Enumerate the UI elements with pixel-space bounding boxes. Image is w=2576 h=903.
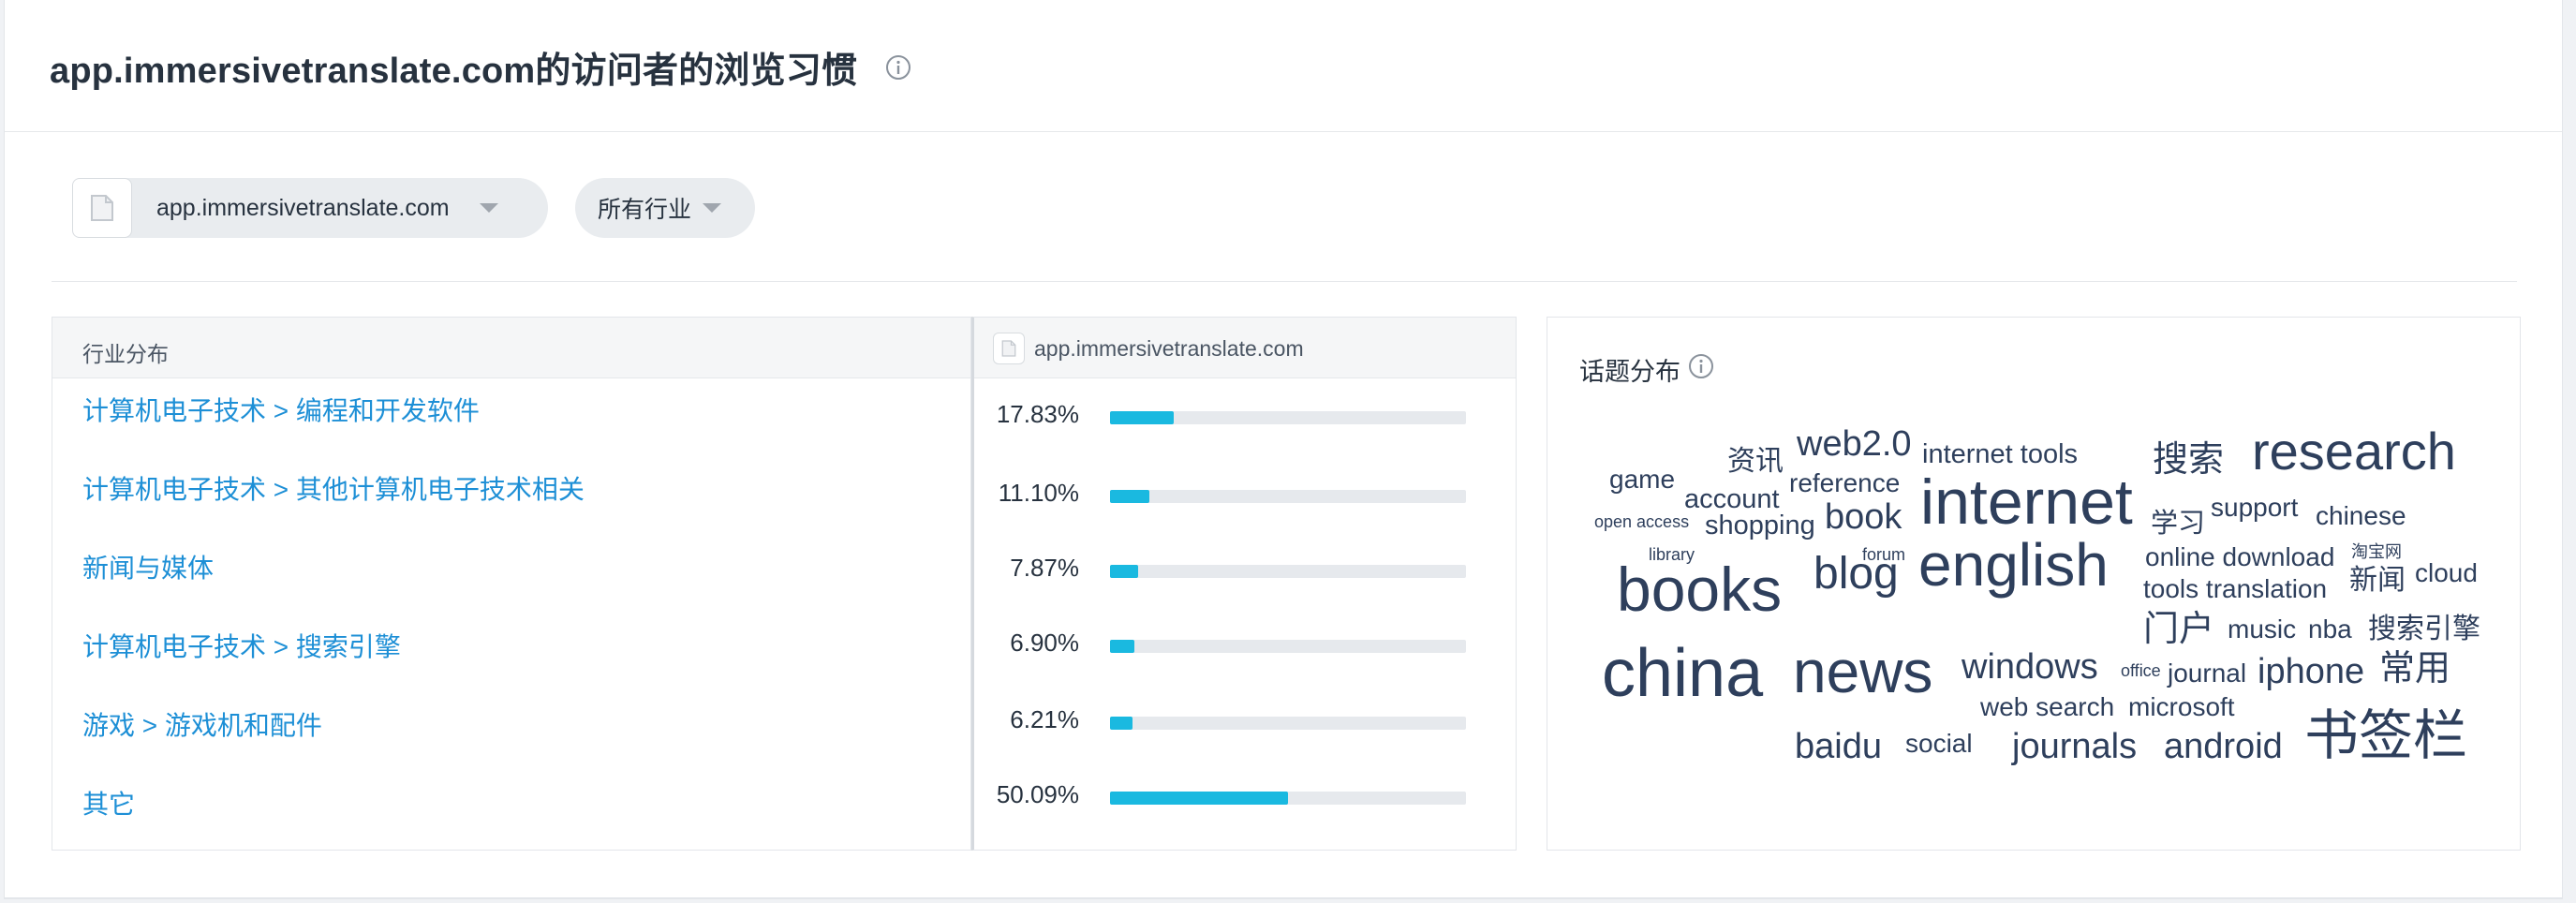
industry-link[interactable]: 其它 xyxy=(82,784,135,822)
topic-word[interactable]: book xyxy=(1825,497,1902,537)
filter-divider xyxy=(52,281,2517,282)
column-header-site: app.immersivetranslate.com xyxy=(1034,336,1304,361)
share-row: 50.09% xyxy=(974,780,1516,818)
share-percent: 17.83% xyxy=(996,400,1079,428)
topic-word[interactable]: reference xyxy=(1789,468,1900,497)
column-header-industry: 行业分布 xyxy=(82,342,169,366)
topic-word[interactable]: 淘宝网 xyxy=(2351,542,2402,561)
topic-word[interactable]: office xyxy=(2121,661,2161,680)
topic-word[interactable]: news xyxy=(1793,638,1932,705)
topic-word[interactable]: 门户 xyxy=(2143,610,2214,649)
site-favicon xyxy=(72,178,132,238)
industry-link[interactable]: 游戏 > 游戏机和配件 xyxy=(82,705,322,743)
topic-word[interactable]: china xyxy=(1602,636,1764,711)
share-percent: 50.09% xyxy=(996,780,1079,808)
topic-word[interactable]: iphone xyxy=(2258,652,2364,691)
browsing-habits-card: app.immersivetranslate.com的访问者的浏览习惯 app.… xyxy=(4,0,2563,899)
topic-word[interactable]: chinese xyxy=(2316,501,2406,530)
topic-word[interactable]: internet xyxy=(1920,466,2133,538)
topic-word[interactable]: 常用 xyxy=(2379,649,2450,688)
topic-word[interactable]: journal xyxy=(2167,659,2246,688)
topic-word[interactable]: microsoft xyxy=(2128,692,2235,721)
share-bar-track xyxy=(1110,792,1466,805)
info-icon[interactable] xyxy=(885,54,911,81)
topic-word[interactable]: baidu xyxy=(1795,727,1882,766)
topic-word[interactable]: research xyxy=(2252,422,2456,481)
share-row: 6.90% xyxy=(974,629,1516,666)
share-bar-fill xyxy=(1110,792,1289,805)
share-bar-fill xyxy=(1110,717,1133,730)
topic-word[interactable]: internet tools xyxy=(1922,439,2078,469)
site-select-value: app.immersivetranslate.com xyxy=(156,194,450,221)
share-percent: 11.10% xyxy=(998,479,1079,507)
topic-word[interactable]: books xyxy=(1617,555,1782,624)
share-percent: 6.21% xyxy=(1010,705,1079,733)
topic-word[interactable]: web search xyxy=(1979,692,2114,721)
topic-word[interactable]: nba xyxy=(2308,614,2352,644)
document-icon xyxy=(91,195,113,221)
share-bar-track xyxy=(1110,565,1466,578)
topic-word-cloud: game资讯 web2.0 internet tools 搜索 researchacco… xyxy=(1594,422,2480,766)
share-percent: 6.90% xyxy=(1010,629,1079,657)
topic-word[interactable]: social xyxy=(1905,729,1973,758)
header-divider xyxy=(5,131,2562,132)
topic-word[interactable]: tools translation xyxy=(2143,574,2327,603)
industry-select[interactable]: 所有行业 xyxy=(575,178,755,238)
share-bar-track xyxy=(1110,490,1466,503)
site-share-table: app.immersivetranslate.com 17.83% 11.10% 7… xyxy=(971,317,1517,851)
page-title: app.immersivetranslate.com的访问者的浏览习惯 xyxy=(50,52,858,91)
topic-word[interactable]: android xyxy=(2164,727,2283,766)
topic-word[interactable]: english xyxy=(1918,531,2109,599)
topic-word[interactable]: web2.0 xyxy=(1796,424,1912,464)
table-header: 行业分布 xyxy=(52,318,970,378)
topic-word[interactable]: 书签栏 xyxy=(2304,705,2467,766)
site-favicon xyxy=(993,333,1025,364)
industry-link[interactable]: 计算机电子技术 > 其他计算机电子技术相关 xyxy=(82,469,585,507)
share-row: 11.10% xyxy=(974,479,1516,516)
industry-select-value: 所有行业 xyxy=(598,197,692,223)
topic-word[interactable]: online download xyxy=(2145,542,2334,571)
share-row: 7.87% xyxy=(974,554,1516,591)
industry-link[interactable]: 新闻与媒体 xyxy=(82,548,214,585)
share-row: 17.83% xyxy=(974,400,1516,437)
share-bar-fill xyxy=(1110,411,1174,424)
share-bar-track xyxy=(1110,411,1466,424)
topic-word[interactable]: 新闻 xyxy=(2349,565,2406,596)
chevron-down-icon xyxy=(703,203,722,213)
topic-word[interactable]: windows xyxy=(1961,647,2098,687)
topic-word[interactable]: shopping xyxy=(1705,511,1815,540)
chevron-down-icon xyxy=(479,203,498,213)
topic-distribution-card: 话题分布 game 资讯 web2.0 internet tools 搜索 researc… xyxy=(1547,317,2521,851)
share-bar-fill xyxy=(1110,490,1150,503)
topic-word[interactable]: journals xyxy=(2011,727,2137,766)
industry-table: 行业分布 计算机电子技术 > 编程和开发软件 计算机电子技术 > 其他计算机电子… xyxy=(52,317,971,851)
topic-word[interactable]: blog xyxy=(1814,549,1899,599)
industry-link[interactable]: 计算机电子技术 > 搜索引擎 xyxy=(82,627,401,664)
topic-word[interactable]: game xyxy=(1609,465,1675,494)
table-header: app.immersivetranslate.com xyxy=(974,318,1516,378)
topic-word[interactable]: 资讯 xyxy=(1727,446,1784,477)
document-icon xyxy=(1001,340,1016,357)
industry-link[interactable]: 计算机电子技术 > 编程和开发软件 xyxy=(82,391,480,428)
topic-word[interactable]: open access xyxy=(1594,512,1689,531)
topic-word[interactable]: cloud xyxy=(2415,558,2478,587)
topic-word[interactable]: music xyxy=(2228,614,2296,644)
topic-word[interactable]: 搜索 xyxy=(2153,440,2224,480)
share-bar-fill xyxy=(1110,565,1138,578)
share-bar-track xyxy=(1110,640,1466,653)
topic-word[interactable]: 搜索引擎 xyxy=(2368,614,2480,644)
topic-word[interactable]: 学习 xyxy=(2151,508,2205,539)
share-row: 6.21% xyxy=(974,705,1516,743)
topic-word[interactable]: support xyxy=(2211,493,2299,522)
share-bar-track xyxy=(1110,717,1466,730)
share-percent: 7.87% xyxy=(1010,554,1079,582)
share-bar-fill xyxy=(1110,640,1135,653)
site-select[interactable]: app.immersivetranslate.com xyxy=(72,178,548,238)
